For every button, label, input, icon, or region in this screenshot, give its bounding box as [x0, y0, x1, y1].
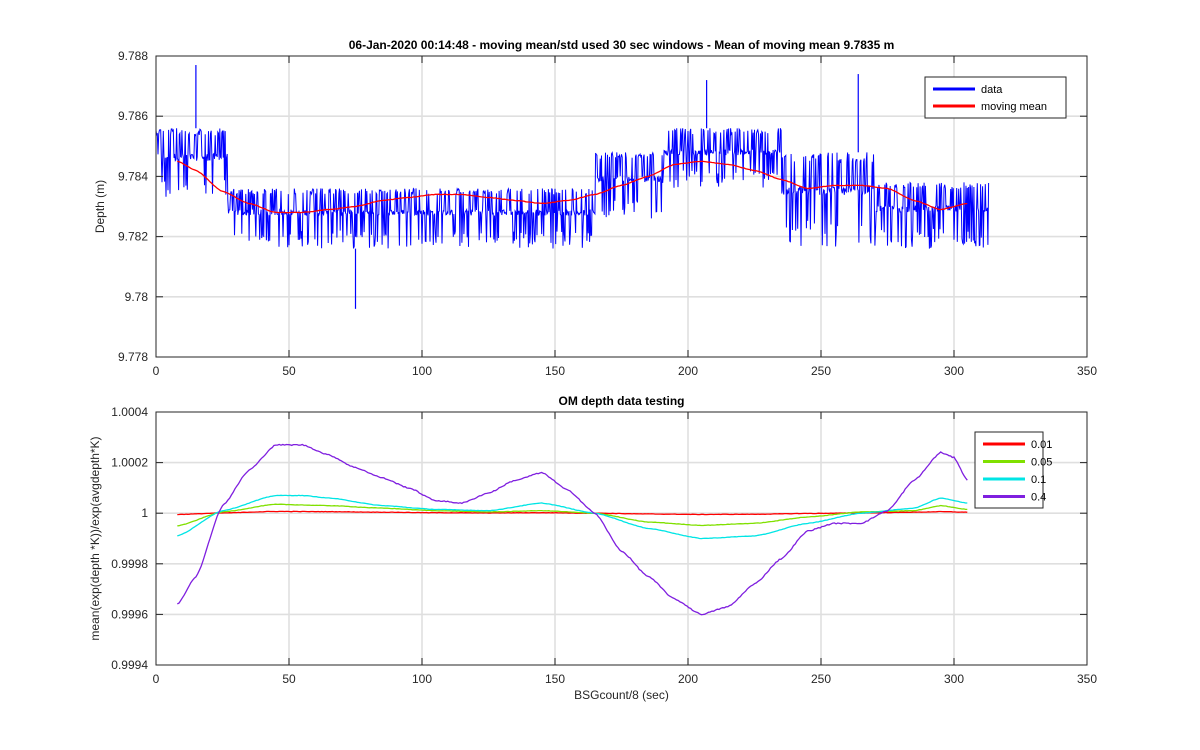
legend-label: 0.05: [1031, 457, 1052, 469]
x-tick-label: 100: [412, 672, 432, 686]
x-tick-label: 0: [153, 364, 160, 378]
x-tick-label: 0: [153, 672, 160, 686]
x-tick-label: 100: [412, 364, 432, 378]
x-axis-label: BSGcount/8 (sec): [574, 688, 669, 702]
y-tick-label: 1: [141, 506, 148, 520]
chart-title: 06-Jan-2020 00:14:48 - moving mean/std u…: [349, 38, 895, 52]
x-tick-label: 300: [944, 672, 964, 686]
y-tick-label: 0.9996: [111, 607, 148, 621]
legend: data moving mean: [924, 76, 1067, 119]
y-tick-label: 0.9998: [111, 557, 148, 571]
y-tick-label: 1.0004: [111, 405, 148, 419]
y-tick-label: 9.778: [118, 350, 148, 364]
x-tick-label: 350: [1077, 672, 1097, 686]
x-tick-label: 150: [545, 364, 565, 378]
x-tick-label: 50: [282, 364, 296, 378]
legend-label: data: [981, 84, 1003, 96]
x-tick-label: 50: [282, 672, 296, 686]
legend-label: 0.4: [1031, 492, 1046, 504]
legend-label: 0.01: [1031, 439, 1052, 451]
x-tick-label: 250: [811, 672, 831, 686]
plot-area: [156, 412, 1087, 665]
x-tick-label: 250: [811, 364, 831, 378]
chart-title: OM depth data testing: [559, 394, 685, 408]
legend-label: moving mean: [981, 101, 1047, 113]
x-tick-label: 300: [944, 364, 964, 378]
y-tick-label: 9.78: [125, 290, 149, 304]
legend-label: 0.1: [1031, 474, 1046, 486]
y-tick-label: 9.786: [118, 109, 148, 123]
x-tick-label: 200: [678, 364, 698, 378]
legend: 0.01 0.05 0.1 0.4: [974, 431, 1052, 509]
chart-panel-2: 0 50 100 150 200 250 300 350 0.9994 0.9996 0.9998 1…: [88, 394, 1097, 702]
x-tick-label: 200: [678, 672, 698, 686]
y-tick-label: 9.788: [118, 49, 148, 63]
x-tick-label: 150: [545, 672, 565, 686]
figure-canvas: 0 50 100 150 200 250 300 3509.7789.789.7829.784…: [88, 38, 1097, 702]
y-axis-label: Depth (m): [93, 180, 107, 233]
y-axis-label: mean(exp(depth *K))/exp(avgdepth*K): [88, 436, 102, 640]
y-tick-label: 0.9994: [111, 658, 148, 672]
x-tick-label: 350: [1077, 364, 1097, 378]
y-tick-label: 9.784: [118, 169, 148, 183]
chart-panel-1: 0 50 100 150 200 250 300 350 9.778 9.78 9.782 9.784…: [93, 38, 1097, 378]
y-tick-label: 9.782: [118, 230, 148, 244]
y-tick-label: 1.0002: [111, 456, 148, 470]
